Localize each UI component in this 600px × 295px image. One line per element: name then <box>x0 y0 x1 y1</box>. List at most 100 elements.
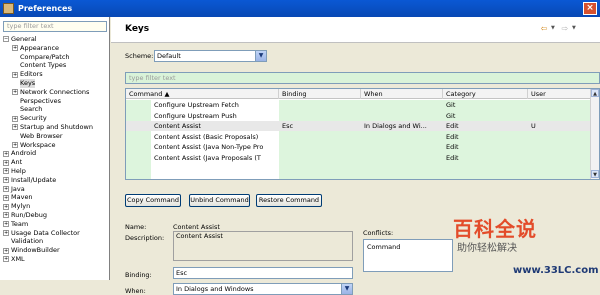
back-dropdown-icon[interactable]: ▼ <box>551 23 558 34</box>
sidebar-filter-input[interactable]: type filter text <box>3 21 107 32</box>
table-cell: Edit <box>446 132 459 141</box>
keys-filter-input[interactable]: type filter text <box>125 72 600 84</box>
column-header-category[interactable]: Category <box>443 89 528 99</box>
tree-item[interactable]: + Help <box>3 167 108 176</box>
close-icon[interactable]: × <box>583 2 597 15</box>
expand-icon[interactable]: + <box>3 221 9 228</box>
tree-item-label: Android <box>11 149 37 158</box>
tree-item[interactable]: + Security <box>3 114 108 123</box>
expand-icon[interactable]: + <box>12 71 18 78</box>
tree-item-label: Appearance <box>20 43 60 52</box>
tree-item[interactable]: + Appearance <box>3 44 108 53</box>
binding-field[interactable]: Esc <box>173 267 353 279</box>
forward-dropdown-icon[interactable]: ▼ <box>572 23 579 34</box>
window-titlebar: Preferences × <box>0 0 600 17</box>
table-row[interactable]: Configure Upstream Push Git <box>126 111 591 121</box>
expand-icon[interactable]: + <box>12 115 18 122</box>
expand-icon[interactable]: + <box>12 141 18 148</box>
table-row[interactable]: Content Assist Esc In Dialogs and Wi... Edi… <box>126 121 591 131</box>
expand-icon[interactable]: + <box>3 185 9 192</box>
tree-item[interactable]: + Network Connections <box>3 88 108 97</box>
table-row[interactable]: Content Assist (Java Proposals (T Edit <box>126 153 591 163</box>
table-cell: Configure Upstream Fetch <box>154 101 239 109</box>
table-cell: Edit <box>446 122 459 130</box>
tree-item[interactable]: Web Browser <box>3 132 108 141</box>
tree-item[interactable]: + Workspace <box>3 141 108 150</box>
expand-icon[interactable]: + <box>3 229 9 236</box>
tree-item-label: Help <box>11 166 26 175</box>
table-cell: Content Assist <box>154 122 201 130</box>
description-field[interactable]: Content Assist <box>173 231 353 261</box>
column-header-when[interactable]: When <box>361 89 443 99</box>
copy-command-button[interactable]: Copy Command <box>125 194 181 207</box>
chevron-down-icon[interactable]: ▼ <box>341 284 352 294</box>
table-cell: Configure Upstream Push <box>154 111 237 120</box>
scheme-select[interactable]: Default ▼ <box>154 50 267 62</box>
expand-icon[interactable]: + <box>3 194 9 201</box>
expand-icon[interactable]: + <box>12 45 18 52</box>
unbind-command-button[interactable]: Unbind Command <box>189 194 250 207</box>
tree-item[interactable]: + Android <box>3 149 108 158</box>
tree-item[interactable]: Content Types <box>3 61 108 70</box>
watermark-url: www.33LC.com <box>513 265 599 276</box>
scroll-down-icon[interactable]: ▼ <box>591 170 599 178</box>
expand-icon[interactable]: + <box>3 203 9 210</box>
scroll-up-icon[interactable]: ▲ <box>591 89 599 97</box>
column-header-user[interactable]: User <box>528 89 592 99</box>
expand-icon[interactable]: + <box>3 256 9 263</box>
tree-item[interactable]: − General <box>3 35 108 44</box>
table-cell: Edit <box>446 153 459 162</box>
tree-item[interactable]: + Run/Debug <box>3 211 108 220</box>
tree-item[interactable]: Search <box>3 105 108 114</box>
forward-arrow-icon[interactable]: ⇨ <box>559 23 571 34</box>
tree-item[interactable]: + Maven <box>3 193 108 202</box>
expand-icon[interactable]: + <box>3 150 9 157</box>
column-header-command[interactable]: Command ▲ <box>126 89 279 99</box>
expand-icon[interactable]: + <box>3 212 9 219</box>
table-cell <box>364 142 446 152</box>
table-scrollbar[interactable]: ▲ ▼ <box>590 89 599 179</box>
tree-item[interactable]: + Usage Data Collector <box>3 229 108 238</box>
tree-item[interactable]: Keys <box>3 78 108 88</box>
when-value: In Dialogs and Windows <box>176 285 254 293</box>
tree-item[interactable]: + Mylyn <box>3 202 108 211</box>
tree-item[interactable]: Perspectives <box>3 97 108 106</box>
tree-item[interactable]: + Java <box>3 185 108 194</box>
tree-item[interactable]: + Ant <box>3 158 108 167</box>
chevron-down-icon[interactable]: ▼ <box>255 51 266 61</box>
table-row[interactable]: Configure Upstream Fetch Git <box>126 100 591 110</box>
table-row[interactable]: Content Assist (Java Non-Type Pro Edit <box>126 142 591 152</box>
tree-item[interactable]: Validation <box>3 237 108 246</box>
tree-item[interactable]: + WindowBuilder <box>3 246 108 255</box>
tree-item[interactable]: + Startup and Shutdown <box>3 123 108 132</box>
table-cell <box>364 153 446 163</box>
tree-item[interactable]: + Editors <box>3 70 108 79</box>
back-arrow-icon[interactable]: ⇦ <box>538 23 550 34</box>
scheme-label: Scheme: <box>125 52 154 60</box>
table-cell <box>364 132 446 142</box>
expand-icon[interactable]: + <box>3 247 9 254</box>
tree-item[interactable]: + XML <box>3 255 108 264</box>
table-row[interactable]: Content Assist (Basic Proposals) Edit <box>126 132 591 142</box>
expand-icon[interactable]: + <box>3 177 9 184</box>
when-select[interactable]: In Dialogs and Windows ▼ <box>173 283 353 295</box>
table-cell <box>282 132 364 142</box>
preference-tree: − General + Appearance Compare/Patch Content … <box>3 35 108 264</box>
tree-item[interactable]: + Install/Update <box>3 176 108 185</box>
restore-command-button[interactable]: Restore Command <box>256 194 322 207</box>
expand-icon[interactable]: + <box>3 159 9 166</box>
window-title: Preferences <box>18 4 73 13</box>
tree-item[interactable]: + Team <box>3 220 108 229</box>
conflicts-table: Command <box>363 239 453 272</box>
table-cell <box>531 100 586 110</box>
table-cell: In Dialogs and Wi... <box>364 122 427 130</box>
expand-icon[interactable]: + <box>3 168 9 175</box>
tree-item[interactable]: Compare/Patch <box>3 53 108 62</box>
expand-icon[interactable]: + <box>12 89 18 96</box>
expand-icon[interactable]: + <box>12 124 18 131</box>
tree-item-label: Validation <box>11 237 44 246</box>
table-cell: Git <box>446 101 456 109</box>
collapse-icon[interactable]: − <box>3 36 9 43</box>
column-header-binding[interactable]: Binding <box>279 89 361 99</box>
tree-item-label: Content Types <box>20 61 67 70</box>
